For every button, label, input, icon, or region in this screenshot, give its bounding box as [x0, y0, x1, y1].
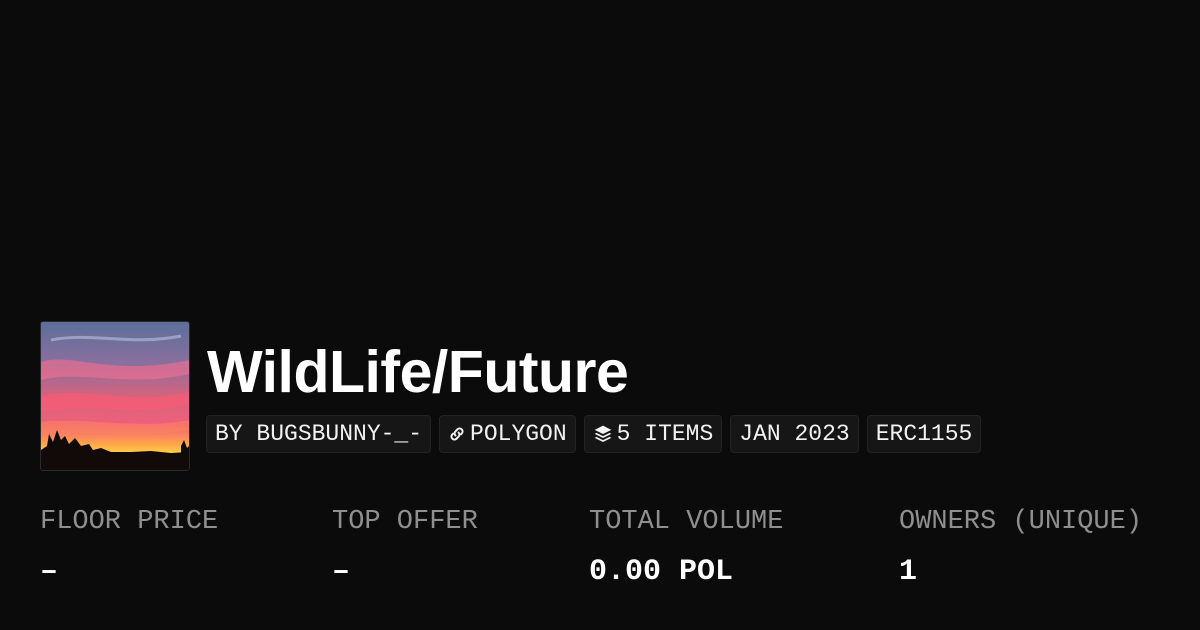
- creator-tag[interactable]: BY BUGSBUNNY-_-: [206, 415, 432, 453]
- stat-top-offer: TOP OFFER –: [332, 505, 478, 589]
- date-tag-label: JAN 2023: [739, 421, 850, 447]
- stat-value: 0.00 POL: [589, 555, 734, 589]
- standard-tag-label: ERC1155: [875, 421, 973, 447]
- collection-card: WildLife/Future BY BUGSBUNNY-_- POLYGON: [0, 0, 1200, 630]
- stat-value: –: [40, 555, 59, 589]
- collection-thumbnail: [40, 321, 190, 471]
- stat-value: 1: [899, 555, 918, 589]
- items-tag-label: 5 ITEMS: [616, 421, 714, 447]
- stat-owners: OWNERS (UNIQUE) 1: [899, 505, 1142, 589]
- date-tag: JAN 2023: [730, 415, 859, 453]
- chain-tag[interactable]: POLYGON: [439, 415, 576, 453]
- standard-tag: ERC1155: [866, 415, 982, 453]
- creator-tag-label: BY BUGSBUNNY-_-: [215, 421, 423, 447]
- stat-value: –: [332, 555, 351, 589]
- stat-label: TOP OFFER: [332, 507, 478, 537]
- layers-icon: [593, 424, 613, 444]
- stat-label: FLOOR PRICE: [40, 507, 219, 537]
- stat-label: TOTAL VOLUME: [589, 507, 784, 537]
- link-icon: [448, 425, 466, 443]
- stat-total-volume: TOTAL VOLUME 0.00 POL: [589, 505, 783, 589]
- collection-tags: BY BUGSBUNNY-_- POLYGON 5 ITEMS JAN 2023…: [206, 415, 982, 453]
- stat-floor-price: FLOOR PRICE –: [40, 505, 218, 589]
- stat-label: OWNERS (UNIQUE): [899, 507, 1143, 537]
- collection-title: WildLife/Future: [207, 339, 629, 405]
- items-tag: 5 ITEMS: [583, 415, 723, 453]
- chain-tag-label: POLYGON: [470, 421, 567, 447]
